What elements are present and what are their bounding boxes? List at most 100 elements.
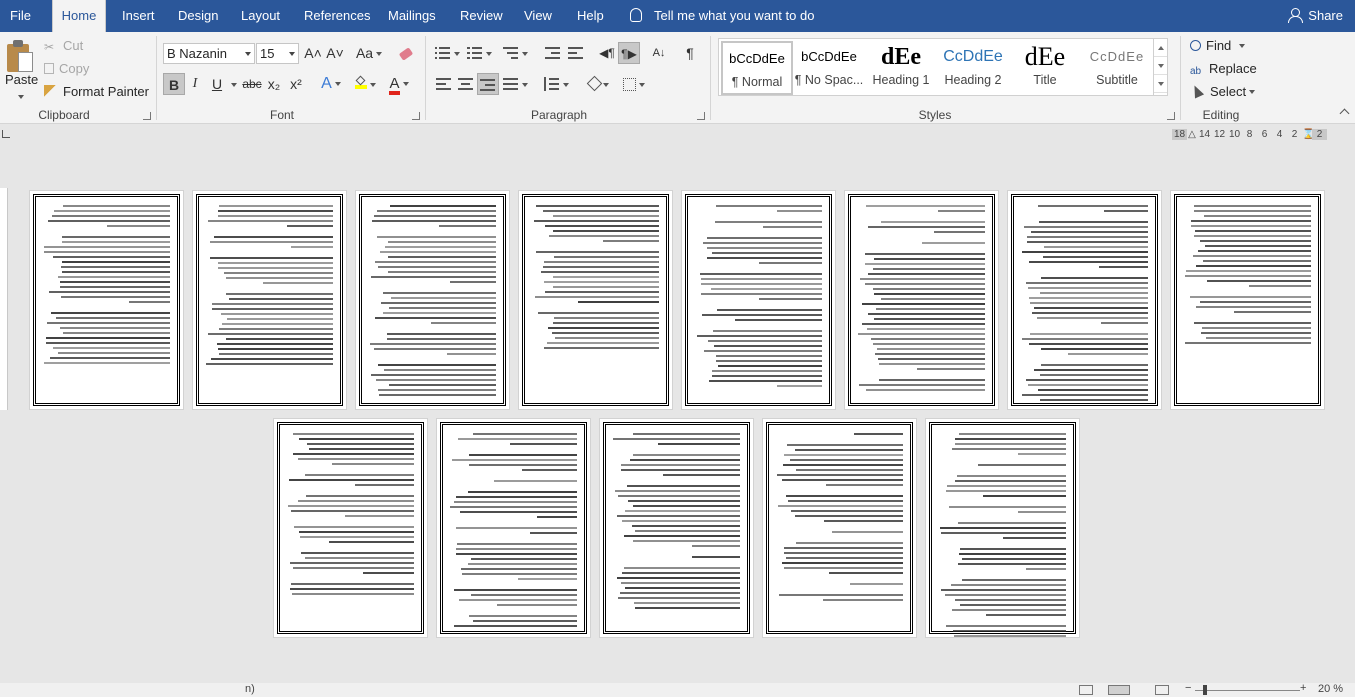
underline-button[interactable]: U	[208, 73, 226, 95]
strikethrough-button[interactable]: abc	[241, 73, 263, 95]
copy-icon	[44, 63, 54, 74]
bullets-button[interactable]	[434, 42, 460, 64]
horizontal-ruler[interactable]: 18 △ 14 12 10 8 6 4 2 ⌛ 2	[1172, 129, 1327, 140]
decrease-indent-icon	[545, 46, 561, 60]
paste-button[interactable]: Paste	[0, 32, 38, 104]
page-thumbnail[interactable]	[681, 190, 836, 410]
underline-dropdown[interactable]	[227, 73, 237, 95]
replace-button[interactable]: ab Replace	[1190, 61, 1257, 78]
read-mode-icon[interactable]	[1079, 685, 1093, 695]
tab-file[interactable]: File	[10, 0, 31, 32]
styles-launcher-icon[interactable]	[1167, 112, 1175, 120]
subscript-button[interactable]: x₂	[264, 73, 284, 95]
page-thumbnail[interactable]	[518, 190, 673, 410]
find-label: Find	[1206, 38, 1232, 53]
select-button[interactable]: Select	[1189, 83, 1256, 99]
collapse-ribbon-icon[interactable]	[1339, 108, 1350, 119]
page-thumbnail[interactable]	[355, 190, 510, 410]
share-button[interactable]: Share	[1288, 0, 1343, 32]
replace-icon: ab	[1190, 66, 1202, 77]
format-painter-button[interactable]: Format Painter	[44, 84, 149, 99]
font-name-combo[interactable]: B Nazanin	[163, 43, 255, 64]
show-hide-button[interactable]: ¶	[680, 42, 700, 64]
justify-button[interactable]	[500, 73, 530, 95]
tab-view[interactable]: View	[524, 0, 552, 32]
align-left-button[interactable]	[434, 73, 454, 95]
tab-layout[interactable]: Layout	[241, 0, 280, 32]
rtl-button[interactable]: ¶▶	[618, 42, 640, 64]
text-effects-button[interactable]: A	[318, 73, 344, 95]
tell-me-search[interactable]: Tell me what you want to do	[630, 0, 814, 32]
style-no-spacing[interactable]: bCcDdEe ¶ No Spac...	[793, 41, 865, 95]
tab-design[interactable]: Design	[178, 0, 218, 32]
line-spacing-button[interactable]	[541, 73, 571, 95]
clipboard-launcher-icon[interactable]	[143, 112, 151, 120]
borders-button[interactable]	[619, 73, 649, 95]
bullets-icon	[434, 46, 451, 60]
page-thumbnail[interactable]	[192, 190, 347, 410]
page-thumbnail[interactable]	[273, 418, 428, 638]
numbering-button[interactable]	[466, 42, 492, 64]
superscript-button[interactable]: x²	[286, 73, 306, 95]
vertical-ruler[interactable]	[0, 188, 8, 410]
style-title[interactable]: dEe Title	[1009, 41, 1081, 95]
ruler-number: 12	[1213, 129, 1226, 140]
page-thumbnail[interactable]	[436, 418, 591, 638]
italic-button[interactable]: I	[186, 73, 204, 95]
zoom-slider-thumb[interactable]	[1203, 685, 1207, 695]
bold-button[interactable]: B	[163, 73, 185, 95]
ltr-button[interactable]: ◀¶	[597, 42, 617, 64]
clear-formatting-button[interactable]	[395, 42, 417, 64]
page-thumbnail[interactable]	[599, 418, 754, 638]
sort-button[interactable]: A↓	[649, 42, 669, 64]
style-subtitle[interactable]: CcDdEe Subtitle	[1081, 41, 1153, 95]
align-center-button[interactable]	[456, 73, 476, 95]
font-size-combo[interactable]: 15	[256, 43, 299, 64]
chevron-up-icon[interactable]	[1154, 39, 1167, 57]
style-normal[interactable]: bCcDdEe ¶ Normal	[721, 41, 793, 95]
shrink-font-button[interactable]: A˅	[325, 42, 345, 64]
page-thumbnail[interactable]	[29, 190, 184, 410]
paste-dropdown-icon[interactable]	[15, 90, 24, 104]
ruler-indent-marker[interactable]: ⌛	[1302, 129, 1314, 140]
font-launcher-icon[interactable]	[412, 112, 420, 120]
ruler-number: 10	[1228, 129, 1241, 140]
zoom-out-button[interactable]: −	[1185, 682, 1191, 694]
tab-home[interactable]: Home	[52, 0, 106, 32]
zoom-level[interactable]: 20 %	[1318, 683, 1343, 695]
zoom-in-button[interactable]: +	[1300, 682, 1306, 694]
page-thumbnail[interactable]	[1170, 190, 1325, 410]
tab-insert[interactable]: Insert	[122, 0, 155, 32]
chevron-down-icon[interactable]	[1154, 57, 1167, 75]
font-color-button[interactable]: A	[384, 73, 414, 95]
paragraph-launcher-icon[interactable]	[697, 112, 705, 120]
ruler-indent-marker[interactable]: △	[1187, 129, 1197, 140]
tab-references[interactable]: References	[304, 0, 370, 32]
change-case-button[interactable]: Aa	[352, 42, 386, 64]
copy-button[interactable]: Copy	[44, 61, 89, 76]
page-thumbnail[interactable]	[1007, 190, 1162, 410]
find-button[interactable]: Find	[1190, 38, 1246, 53]
highlight-color-button[interactable]	[350, 73, 380, 95]
align-right-button[interactable]	[477, 73, 499, 95]
style-heading-1[interactable]: dEe Heading 1	[865, 41, 937, 95]
decrease-indent-button[interactable]	[543, 42, 563, 64]
chevron-down-icon	[289, 52, 295, 56]
print-layout-icon[interactable]	[1108, 685, 1130, 695]
cut-button[interactable]: ✂ Cut	[44, 38, 83, 54]
tab-mailings[interactable]: Mailings	[388, 0, 436, 32]
page-thumbnail[interactable]	[925, 418, 1080, 638]
tab-review[interactable]: Review	[460, 0, 503, 32]
multilevel-list-button[interactable]	[500, 42, 530, 64]
page-thumbnail[interactable]	[762, 418, 917, 638]
tab-selector[interactable]	[2, 130, 10, 138]
shading-button[interactable]	[584, 73, 614, 95]
zoom-slider[interactable]	[1195, 690, 1300, 691]
grow-font-button[interactable]: A˄	[303, 42, 323, 64]
page-thumbnail[interactable]	[844, 190, 999, 410]
tab-help[interactable]: Help	[577, 0, 604, 32]
more-styles-icon[interactable]	[1154, 75, 1167, 93]
style-heading-2[interactable]: CcDdEe Heading 2	[937, 41, 1009, 95]
web-layout-icon[interactable]	[1155, 685, 1169, 695]
increase-indent-button[interactable]	[566, 42, 586, 64]
